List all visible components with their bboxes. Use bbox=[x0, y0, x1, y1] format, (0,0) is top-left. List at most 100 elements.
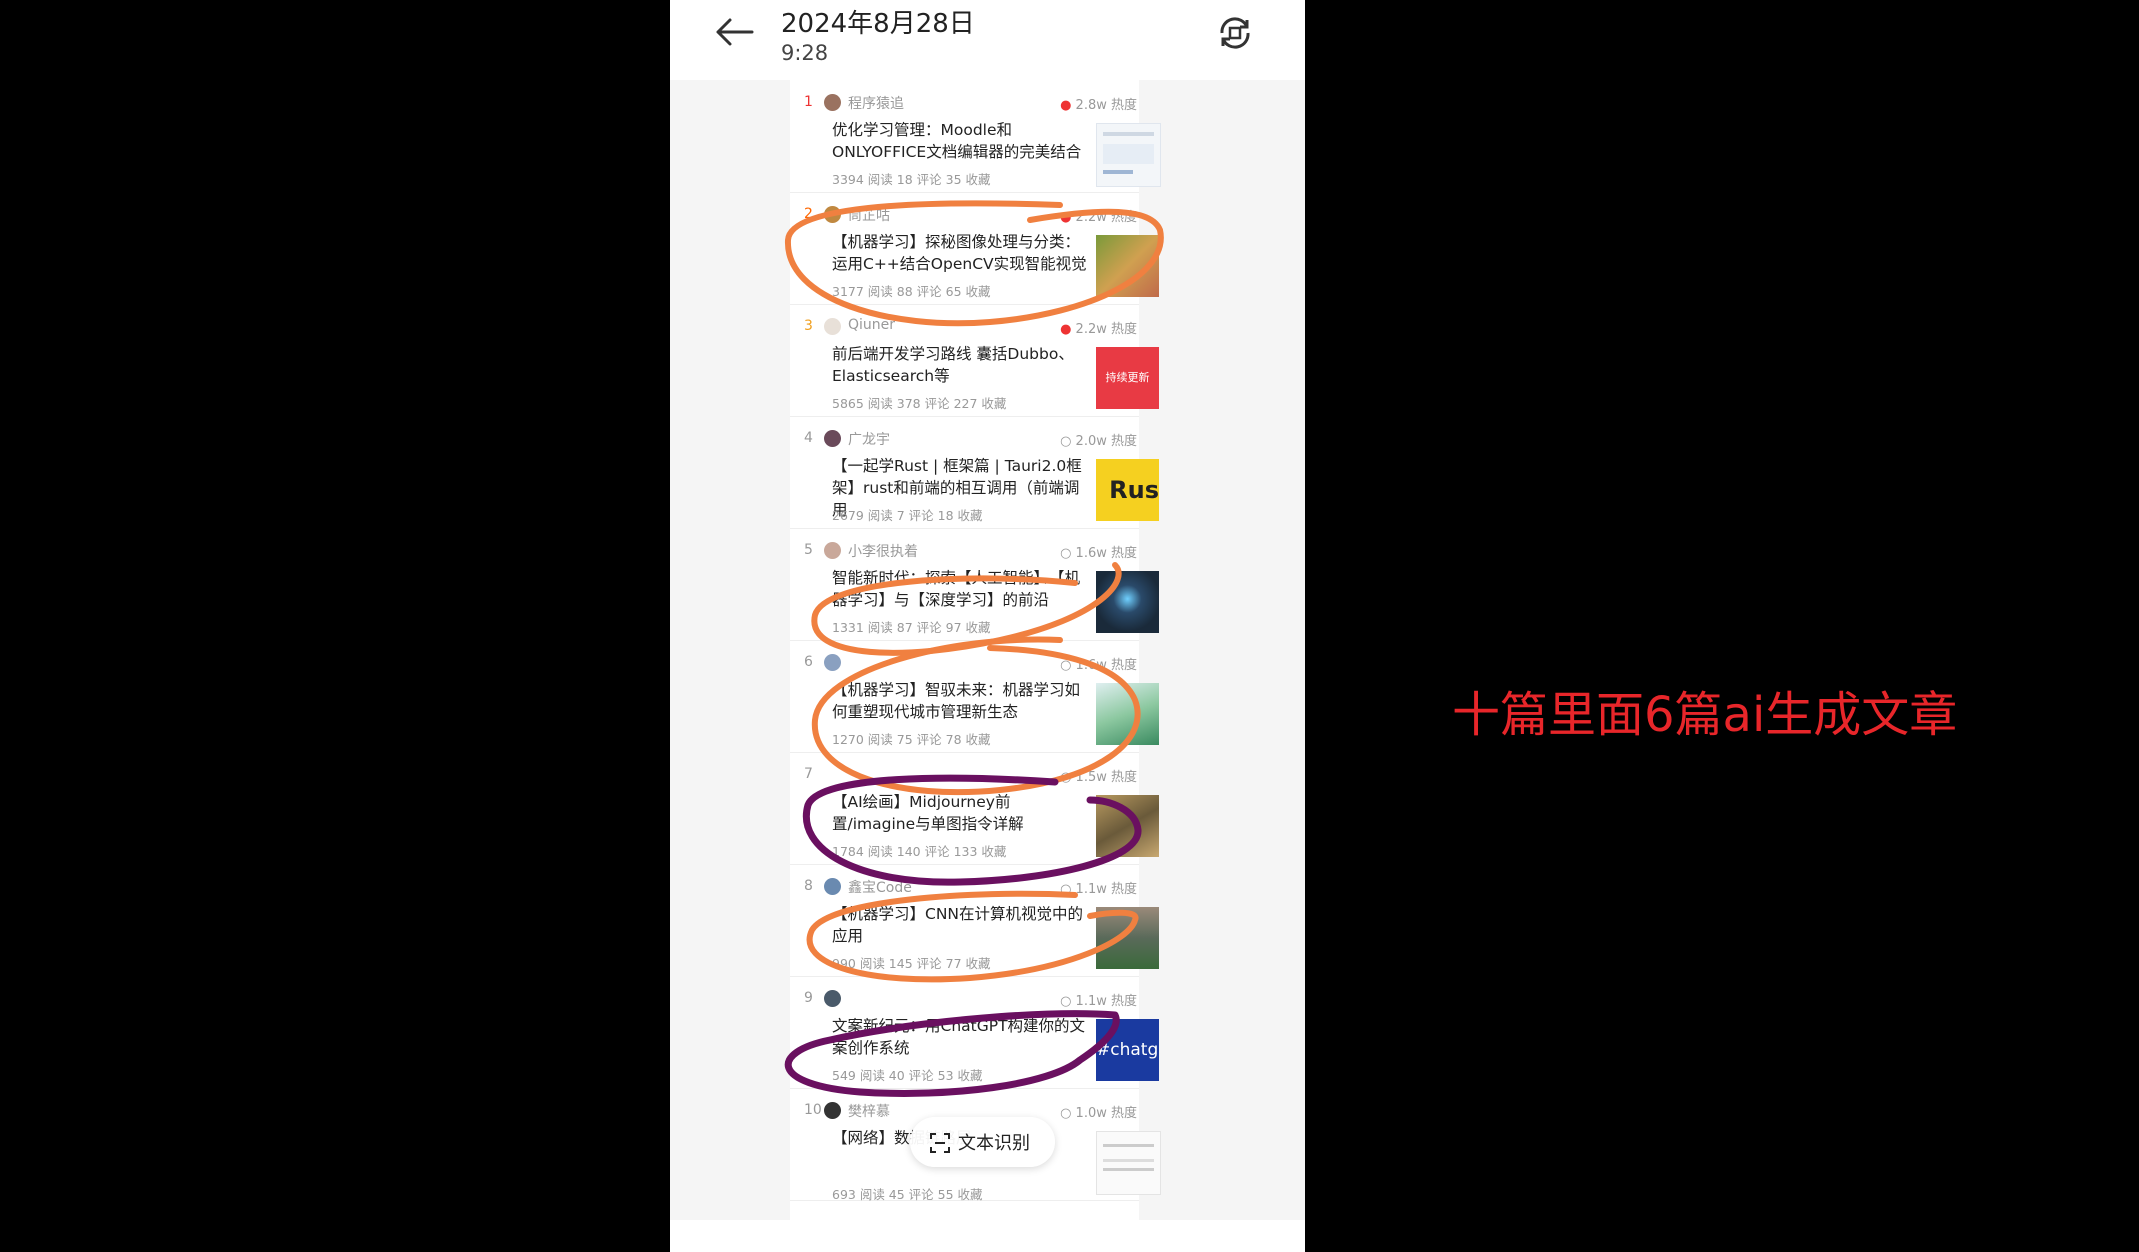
avatar bbox=[824, 94, 841, 111]
heat-value: 1.5w 热度 bbox=[1075, 770, 1137, 785]
avatar bbox=[824, 430, 841, 447]
hot-outline-icon: ○ bbox=[1060, 882, 1072, 897]
annotation-text: 十篇里面6篇ai生成文章 bbox=[1452, 687, 1958, 743]
heat-value: 2.0w 热度 bbox=[1075, 434, 1137, 449]
heat-indicator: ● 2.2w 热度 bbox=[1060, 206, 1137, 225]
article-thumbnail[interactable] bbox=[1096, 1131, 1161, 1195]
heat-indicator: ○ 1.5w 热度 bbox=[1060, 766, 1137, 785]
heat-value: 2.2w 热度 bbox=[1075, 322, 1137, 337]
avatar bbox=[824, 654, 841, 671]
list-item[interactable]: 5 小李很执着 ○ 1.6w 热度 智能新时代：探索【人工智能】、【机器学习】与… bbox=[790, 528, 1159, 641]
author-name[interactable]: 茼芷咕 bbox=[848, 205, 890, 225]
author-name[interactable]: 樊梓慕 bbox=[848, 1101, 890, 1121]
heat-indicator: ○ 2.0w 热度 bbox=[1060, 430, 1137, 449]
article-thumbnail[interactable] bbox=[1096, 795, 1159, 857]
article-title[interactable]: 文案新纪元：用ChatGPT构建你的文案创作系统 bbox=[832, 1015, 1092, 1059]
article-thumbnail[interactable]: 持续更新 bbox=[1096, 347, 1159, 409]
author-name[interactable]: 鑫宝Code bbox=[848, 877, 912, 897]
article-stats: 3394 阅读 18 评论 35 收藏 bbox=[832, 172, 991, 187]
list-item[interactable]: 1 程序猿追 ● 2.8w 热度 优化学习管理：Moodle和ONLYOFFIC… bbox=[790, 80, 1161, 193]
article-list: 1 程序猿追 ● 2.8w 热度 优化学习管理：Moodle和ONLYOFFIC… bbox=[790, 80, 1161, 1220]
heat-indicator: ● 2.2w 热度 bbox=[1060, 318, 1137, 337]
avatar bbox=[824, 206, 841, 223]
avatar bbox=[824, 990, 841, 1007]
back-arrow-icon[interactable] bbox=[712, 12, 756, 52]
article-title[interactable]: 优化学习管理：Moodle和ONLYOFFICE文档编辑器的完美结合 bbox=[832, 119, 1092, 163]
heat-value: 1.1w 热度 bbox=[1075, 882, 1137, 897]
heat-value: 2.2w 热度 bbox=[1075, 210, 1137, 225]
list-item[interactable]: 4 广龙宇 ○ 2.0w 热度 【一起学Rust | 框架篇 | Tauri2.… bbox=[790, 416, 1159, 529]
hot-outline-icon: ○ bbox=[1060, 994, 1072, 1009]
heat-indicator: ● 2.8w 热度 bbox=[1060, 94, 1137, 113]
rank-number: 10 bbox=[804, 1102, 822, 1118]
heat-value: 2.8w 热度 bbox=[1075, 98, 1137, 113]
article-title[interactable]: 【AI绘画】Midjourney前置/imagine与单图指令详解 bbox=[832, 791, 1092, 835]
article-title[interactable]: 【机器学习】CNN在计算机视觉中的应用 bbox=[832, 903, 1092, 947]
article-stats: 990 阅读 145 评论 77 收藏 bbox=[832, 956, 991, 971]
article-stats: 549 阅读 40 评论 53 收藏 bbox=[832, 1068, 983, 1083]
rank-number: 4 bbox=[804, 430, 813, 446]
bottom-bar bbox=[670, 1220, 1305, 1252]
article-stats: 693 阅读 45 评论 55 收藏 bbox=[832, 1187, 983, 1202]
list-item[interactable]: 7 ○ 1.5w 热度 【AI绘画】Midjourney前置/imagine与单… bbox=[790, 752, 1159, 865]
article-thumbnail[interactable]: Rus bbox=[1096, 459, 1159, 521]
article-thumbnail[interactable] bbox=[1096, 571, 1159, 633]
article-stats: 3177 阅读 88 评论 65 收藏 bbox=[832, 284, 991, 299]
article-thumbnail[interactable] bbox=[1096, 123, 1161, 187]
hot-outline-icon: ○ bbox=[1060, 546, 1072, 561]
list-item[interactable]: 9 ○ 1.1w 热度 文案新纪元：用ChatGPT构建你的文案创作系统 549… bbox=[790, 976, 1159, 1089]
author-name[interactable]: 广龙宇 bbox=[848, 429, 890, 449]
hot-outline-icon: ○ bbox=[1060, 658, 1072, 673]
hot-outline-icon: ○ bbox=[1060, 770, 1072, 785]
heat-indicator: ○ 1.0w 热度 bbox=[1060, 1102, 1137, 1121]
heat-value: 1.6w 热度 bbox=[1075, 658, 1137, 673]
author-name[interactable]: 小李很执着 bbox=[848, 541, 918, 561]
text-recognition-button[interactable]: 文本识别 bbox=[910, 1117, 1055, 1167]
flame-icon: ● bbox=[1060, 210, 1072, 225]
article-stats: 2679 阅读 7 评论 18 收藏 bbox=[832, 508, 983, 523]
rank-number: 7 bbox=[804, 766, 813, 782]
hot-outline-icon: ○ bbox=[1060, 434, 1072, 449]
heat-indicator: ○ 1.1w 热度 bbox=[1060, 878, 1137, 897]
article-title[interactable]: 前后端开发学习路线 囊括Dubbo、Elasticsearch等 bbox=[832, 343, 1092, 387]
heat-indicator: ○ 1.6w 热度 bbox=[1060, 654, 1137, 673]
article-thumbnail[interactable]: #chatgp bbox=[1096, 1019, 1159, 1081]
heat-indicator: ○ 1.1w 热度 bbox=[1060, 990, 1137, 1009]
author-name[interactable]: 程序猿追 bbox=[848, 93, 904, 113]
article-thumbnail[interactable] bbox=[1096, 235, 1159, 297]
article-title[interactable]: 智能新时代：探索【人工智能】、【机器学习】与【深度学习】的前沿 bbox=[832, 567, 1092, 611]
phone-screen: 2024年8月28日 9:28 1 程序猿追 ● 2.8w 热度 优化学习管理：… bbox=[670, 0, 1305, 1252]
article-title[interactable]: 【机器学习】智驭未来：机器学习如何重塑现代城市管理新生态 bbox=[832, 679, 1092, 723]
article-thumbnail[interactable] bbox=[1096, 907, 1159, 969]
list-item[interactable]: 6 ○ 1.6w 热度 【机器学习】智驭未来：机器学习如何重塑现代城市管理新生态… bbox=[790, 640, 1159, 753]
rank-number: 6 bbox=[804, 654, 813, 670]
header-date: 2024年8月28日 bbox=[781, 9, 975, 39]
rank-number: 2 bbox=[804, 206, 813, 222]
list-item[interactable]: 8 鑫宝Code ○ 1.1w 热度 【机器学习】CNN在计算机视觉中的应用 9… bbox=[790, 864, 1159, 977]
article-stats: 1270 阅读 75 评论 78 收藏 bbox=[832, 732, 991, 747]
text-recognition-label: 文本识别 bbox=[958, 1133, 1030, 1154]
list-item[interactable]: 3 Qiuner ● 2.2w 热度 前后端开发学习路线 囊括Dubbo、Ela… bbox=[790, 304, 1159, 417]
heat-value: 1.6w 热度 bbox=[1075, 546, 1137, 561]
rank-number: 3 bbox=[804, 318, 813, 334]
flame-icon: ● bbox=[1060, 98, 1072, 113]
flame-icon: ● bbox=[1060, 322, 1072, 337]
article-stats: 1331 阅读 87 评论 97 收藏 bbox=[832, 620, 991, 635]
article-title[interactable]: 【机器学习】探秘图像处理与分类：运用C++结合OpenCV实现智能视觉 bbox=[832, 231, 1092, 275]
header-time: 9:28 bbox=[781, 41, 829, 65]
article-stats: 1784 阅读 140 评论 133 收藏 bbox=[832, 844, 1007, 859]
rank-number: 5 bbox=[804, 542, 813, 558]
avatar bbox=[824, 318, 841, 335]
scan-text-icon bbox=[930, 1133, 950, 1153]
heat-value: 1.0w 热度 bbox=[1075, 1106, 1137, 1121]
article-thumbnail[interactable] bbox=[1096, 683, 1159, 745]
article-stats: 5865 阅读 378 评论 227 收藏 bbox=[832, 396, 1007, 411]
rank-number: 9 bbox=[804, 990, 813, 1006]
avatar bbox=[824, 542, 841, 559]
rank-number: 1 bbox=[804, 94, 813, 110]
list-item[interactable]: 2 茼芷咕 ● 2.2w 热度 【机器学习】探秘图像处理与分类：运用C++结合O… bbox=[790, 192, 1159, 305]
heat-indicator: ○ 1.6w 热度 bbox=[1060, 542, 1137, 561]
author-name[interactable]: Qiuner bbox=[848, 317, 895, 333]
top-bar: 2024年8月28日 9:28 bbox=[670, 0, 1305, 80]
rotate-icon[interactable] bbox=[1216, 14, 1254, 52]
